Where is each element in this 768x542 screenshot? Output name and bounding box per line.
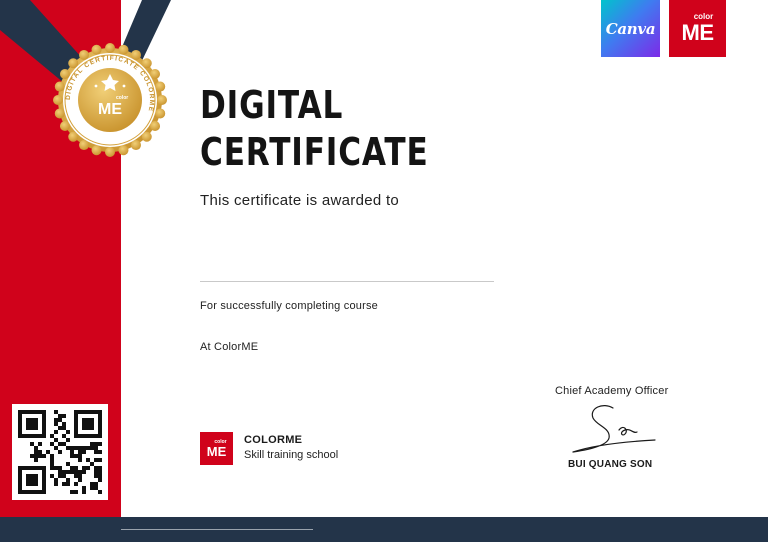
title-line-2: CERTIFICATE (200, 130, 429, 174)
recipient-name-line (200, 281, 494, 282)
location-text: At ColorME (200, 341, 259, 353)
gold-seal-badge: DIGITAL CERTIFICATE COLORME color ME (53, 43, 167, 157)
seal-brand-big: ME (98, 101, 122, 118)
canva-logo: Canva (601, 0, 660, 57)
canva-logo-text: Canva (605, 19, 656, 38)
awarded-text: This certificate is awarded to (200, 192, 400, 209)
completing-text: For successfully completing course (200, 300, 378, 312)
school-logo-big: ME (206, 443, 227, 459)
signature-image (572, 405, 656, 453)
title-line-1: DIGITAL (200, 83, 344, 127)
school-logo: color ME (200, 432, 233, 465)
certificate-title: DIGITAL CERTIFICATE (200, 82, 429, 176)
signatory-title: Chief Academy Officer (555, 385, 669, 397)
qr-code[interactable] (12, 404, 108, 500)
footer-bar (0, 517, 768, 542)
signatory-name: BUI QUANG SON (568, 459, 653, 470)
colorme-logo-big: ME (681, 20, 715, 45)
footer-line (121, 529, 313, 530)
school-name: COLORME (244, 434, 303, 446)
school-tagline: Skill training school (244, 449, 339, 461)
colorme-logo: color ME (669, 0, 726, 57)
qr-code-image (18, 410, 102, 494)
